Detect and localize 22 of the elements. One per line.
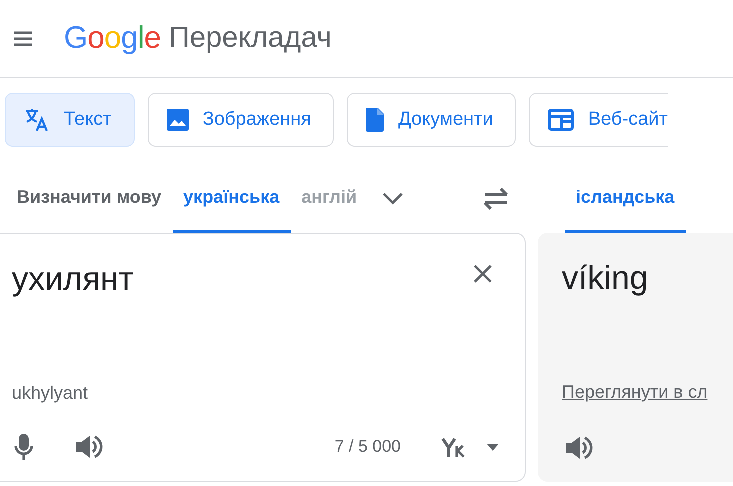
keyboard-icon[interactable] xyxy=(441,436,499,458)
language-tab[interactable]: англій xyxy=(290,165,358,233)
mode-tab[interactable]: Документи xyxy=(347,93,516,147)
speaker-icon[interactable] xyxy=(564,434,594,462)
dictionary-link[interactable]: Переглянути в сл xyxy=(562,379,708,406)
document-icon xyxy=(366,108,384,132)
browser-window-icon xyxy=(548,109,574,131)
source-text-input[interactable]: ухилянт xyxy=(12,254,525,304)
logo[interactable]: Google xyxy=(64,15,162,62)
mode-tab[interactable]: Текст xyxy=(5,93,135,147)
speaker-icon[interactable] xyxy=(74,433,104,461)
mode-tab[interactable]: Веб-сайт xyxy=(529,93,668,147)
character-counter: 7 / 5 000 xyxy=(334,436,401,458)
translated-text: víking xyxy=(562,258,650,298)
product-name: Перекладач xyxy=(169,20,332,56)
microphone-icon[interactable] xyxy=(14,433,34,461)
transliteration: ukhylyant xyxy=(12,382,88,405)
image-icon xyxy=(166,109,189,131)
mode-tab[interactable]: Зображення xyxy=(148,93,334,147)
translate-icon xyxy=(24,107,50,133)
language-tab[interactable]: Визначити мову xyxy=(0,165,173,233)
language-tab[interactable]: українська xyxy=(172,165,291,233)
